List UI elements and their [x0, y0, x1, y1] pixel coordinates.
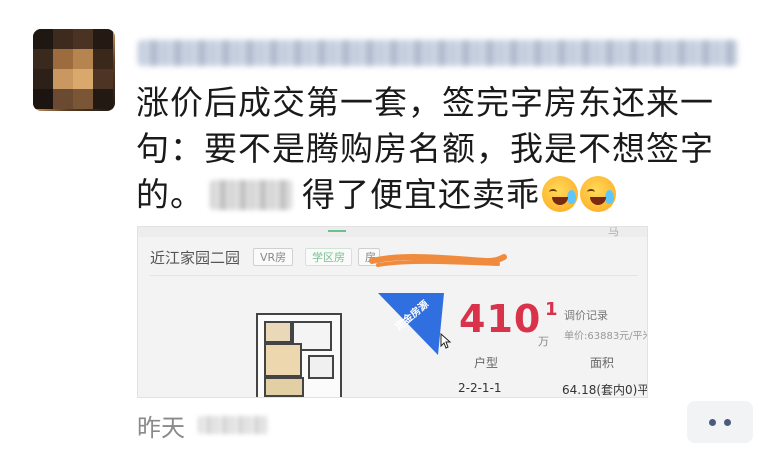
cursor-icon	[440, 333, 452, 349]
dot-icon	[709, 419, 716, 426]
price: 410	[459, 297, 542, 341]
time-redacted	[198, 416, 268, 434]
nickname-redacted[interactable]	[138, 40, 738, 66]
divider	[150, 275, 638, 276]
tag-school-district: 学区房	[305, 248, 352, 266]
post-line-3-start: 的。	[136, 175, 204, 214]
tag-vr: VR房	[253, 248, 294, 266]
more-options-button[interactable]	[687, 401, 753, 443]
post-text: 涨价后成交第一套，签完字房东还来一 句：要不是腾购房名额，我是不想签字 的。 得了…	[136, 80, 756, 218]
crying-laughing-icon	[542, 176, 578, 212]
price-unit: 万	[538, 335, 549, 348]
crying-laughing-icon	[580, 176, 616, 212]
attached-image[interactable]: 马 近江家园二园 VR房 学区房 房 定金房源 410 1 万 调价记录 单价:…	[137, 226, 648, 398]
floor-plan	[256, 313, 342, 397]
price-fraction: 1	[545, 299, 558, 320]
avatar[interactable]	[33, 29, 115, 111]
dot-icon	[724, 419, 731, 426]
layout-label: 户型	[474, 356, 499, 370]
post-line-2: 句：要不是腾购房名额，我是不想签字	[136, 129, 714, 168]
post-line-1: 涨价后成交第一套，签完字房东还来一	[136, 83, 714, 122]
post-time: 昨天	[137, 414, 185, 442]
image-top-strip	[138, 227, 647, 237]
area-value: 64.18(套内0)平	[562, 383, 648, 397]
post-line-3-end: 得了便宜还卖乖	[302, 175, 540, 214]
area-label: 面积	[590, 356, 615, 370]
layout-value: 2-2-1-1	[458, 381, 502, 395]
adjust-record-link: 调价记录	[564, 309, 608, 322]
redaction-scribble	[369, 254, 507, 267]
unit-price: 单价:63883元/平米	[564, 331, 648, 342]
redacted-name	[210, 180, 292, 210]
tab-indicator	[328, 230, 346, 232]
top-right-text: 马	[608, 226, 619, 238]
post-line-3: 的。 得了便宜还卖乖	[136, 172, 756, 218]
community-name: 近江家园二园	[150, 249, 241, 267]
